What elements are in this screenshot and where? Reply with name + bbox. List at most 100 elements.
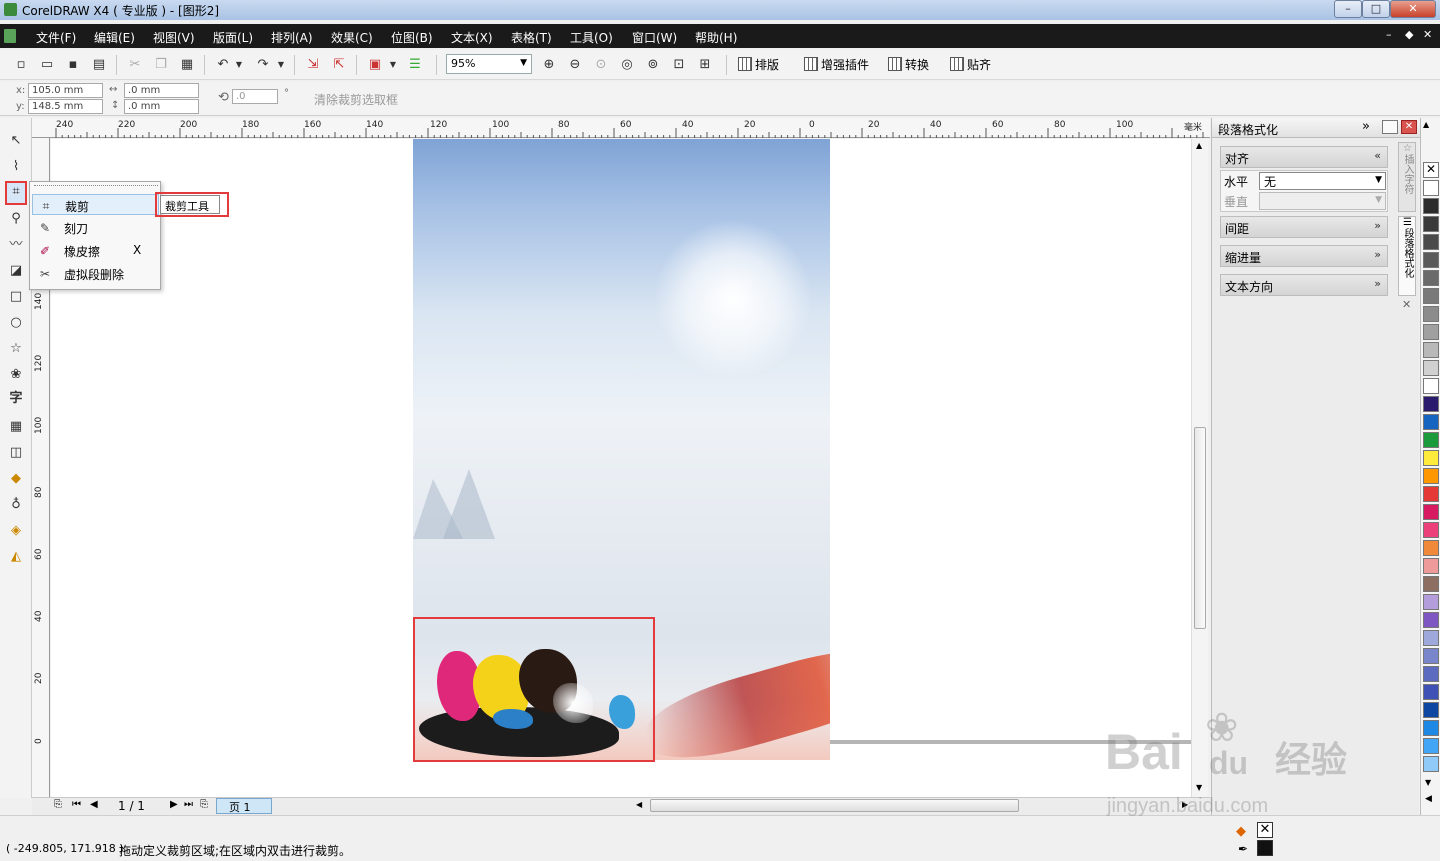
interactive-fill-tool-icon[interactable]: ◭: [7, 548, 25, 566]
palette-swatch[interactable]: [1423, 468, 1439, 484]
palette-swatch[interactable]: [1423, 306, 1439, 322]
new-icon[interactable]: ▫: [12, 56, 30, 74]
plugin-convert-button[interactable]: 转换: [888, 56, 929, 73]
palette-swatch[interactable]: [1423, 558, 1439, 574]
polygon-tool-icon[interactable]: ☆: [7, 340, 25, 358]
plugin-snap-button[interactable]: 贴齐: [950, 56, 991, 73]
fill-indicator-icon[interactable]: ◆: [1236, 824, 1246, 839]
smart-fill-tool-icon[interactable]: ◪: [7, 262, 25, 280]
flyout-item-eraser[interactable]: ✐ 橡皮擦 X: [32, 240, 159, 261]
flyout-item-knife[interactable]: ✎ 刻刀: [32, 217, 159, 238]
y-position-field[interactable]: 148.5 mm: [28, 99, 103, 114]
horizontal-scroll-thumb[interactable]: [650, 799, 1019, 812]
outline-pen-icon[interactable]: ✒: [1238, 842, 1248, 856]
next-page-icon[interactable]: ▶: [170, 799, 178, 810]
tab-paragraph-formatting[interactable]: ☰段落格式化: [1398, 216, 1416, 296]
menu-text[interactable]: 文本(X): [451, 29, 493, 46]
vertical-scrollbar[interactable]: ▲ ▼: [1191, 139, 1208, 797]
scroll-left-icon[interactable]: ◀: [636, 800, 642, 809]
palette-swatch[interactable]: [1423, 684, 1439, 700]
menu-tools[interactable]: 工具(O): [570, 29, 613, 46]
import-icon[interactable]: ⇲: [304, 56, 322, 74]
previous-page-icon[interactable]: ◀: [90, 799, 98, 810]
palette-swatch[interactable]: [1423, 180, 1439, 196]
palette-swatch[interactable]: [1423, 432, 1439, 448]
ellipse-tool-icon[interactable]: ○: [7, 314, 25, 332]
rotation-angle-field[interactable]: .0: [232, 89, 278, 104]
tab-insert-character[interactable]: ☆插入字符: [1398, 142, 1416, 212]
redo-dropdown-icon[interactable]: ▼: [276, 56, 286, 74]
last-page-icon[interactable]: ⏭: [184, 799, 193, 810]
palette-swatch[interactable]: [1423, 630, 1439, 646]
palette-swatch[interactable]: [1423, 324, 1439, 340]
palette-swatch[interactable]: [1423, 270, 1439, 286]
doc-close-button[interactable]: ✕: [1423, 28, 1432, 41]
outline-tool-icon[interactable]: ♁: [7, 496, 25, 514]
flyout-grip[interactable]: [34, 185, 158, 188]
palette-expand-icon[interactable]: ◀: [1425, 794, 1432, 804]
application-launcher-icon[interactable]: ▣: [366, 56, 384, 74]
zoom-page-width-icon[interactable]: ⊡: [670, 56, 688, 74]
doc-minimize-button[interactable]: –: [1386, 28, 1392, 41]
palette-swatch[interactable]: [1423, 234, 1439, 250]
menu-table[interactable]: 表格(T): [511, 29, 552, 46]
eyedropper-tool-icon[interactable]: ◆: [7, 470, 25, 488]
print-icon[interactable]: ▤: [90, 56, 108, 74]
x-position-field[interactable]: 105.0 mm: [28, 83, 103, 98]
interactive-blend-tool-icon[interactable]: ◫: [7, 444, 25, 462]
palette-scroll-up-icon[interactable]: ▲: [1423, 120, 1429, 129]
palette-swatch[interactable]: [1423, 396, 1439, 412]
paste-icon[interactable]: ▦: [178, 56, 196, 74]
palette-swatch[interactable]: [1423, 540, 1439, 556]
plugin-typeset-button[interactable]: 排版: [738, 56, 779, 73]
welcome-screen-icon[interactable]: ☰: [406, 56, 424, 74]
section-text-direction[interactable]: 文本方向»: [1220, 274, 1388, 296]
menu-bitmaps[interactable]: 位图(B): [391, 29, 433, 46]
palette-swatch[interactable]: [1423, 216, 1439, 232]
open-icon[interactable]: ▭: [38, 56, 56, 74]
pick-tool-icon[interactable]: ↖: [7, 132, 25, 150]
palette-swatch[interactable]: [1423, 288, 1439, 304]
page-tab[interactable]: 页 1: [216, 798, 272, 814]
scroll-right-icon[interactable]: ▶: [1182, 800, 1188, 809]
palette-swatch[interactable]: [1423, 360, 1439, 376]
vertical-scroll-thumb[interactable]: [1194, 427, 1206, 629]
doc-restore-button[interactable]: ◆: [1405, 28, 1413, 41]
palette-swatch[interactable]: [1423, 342, 1439, 358]
close-button[interactable]: ✕: [1390, 0, 1436, 18]
palette-swatch[interactable]: [1423, 414, 1439, 430]
palette-swatch[interactable]: [1423, 594, 1439, 610]
first-page-icon[interactable]: ⏮: [72, 799, 81, 810]
section-alignment[interactable]: 对齐 «: [1220, 146, 1388, 168]
palette-swatch[interactable]: [1423, 450, 1439, 466]
zoom-tool-icon[interactable]: ⚲: [7, 210, 25, 228]
menu-view[interactable]: 视图(V): [153, 29, 195, 46]
plugin-enhance-button[interactable]: 增强插件: [804, 56, 869, 73]
vertical-align-select[interactable]: ▼: [1259, 192, 1386, 210]
palette-swatch[interactable]: [1423, 504, 1439, 520]
copy-icon[interactable]: ❐: [152, 56, 170, 74]
maximize-button[interactable]: □: [1362, 0, 1390, 18]
menu-edit[interactable]: 编辑(E): [94, 29, 135, 46]
palette-swatch[interactable]: [1423, 702, 1439, 718]
flyout-item-virtual-segment-delete[interactable]: ✂ 虚拟段删除: [32, 263, 159, 284]
zoom-selected-icon[interactable]: ⊙: [592, 56, 610, 74]
palette-swatch[interactable]: [1423, 252, 1439, 268]
palette-swatch[interactable]: [1423, 666, 1439, 682]
outline-color-swatch[interactable]: [1257, 840, 1273, 856]
no-fill-swatch[interactable]: ✕: [1423, 162, 1439, 178]
palette-swatch[interactable]: [1423, 198, 1439, 214]
zoom-level-select[interactable]: 95% ▼: [446, 54, 532, 74]
palette-swatch[interactable]: [1423, 756, 1439, 772]
zoom-page-icon[interactable]: ⊚: [644, 56, 662, 74]
launcher-dropdown-icon[interactable]: ▼: [388, 56, 398, 74]
palette-swatch[interactable]: [1423, 378, 1439, 394]
menu-help[interactable]: 帮助(H): [695, 29, 737, 46]
save-icon[interactable]: ▪: [64, 56, 82, 74]
menu-effects[interactable]: 效果(C): [331, 29, 373, 46]
palette-swatch[interactable]: [1423, 720, 1439, 736]
tab-close-icon[interactable]: ✕: [1402, 298, 1411, 311]
menu-file[interactable]: 文件(F): [36, 29, 76, 46]
docker-close-icon[interactable]: ✕: [1401, 120, 1417, 134]
docker-expand-icon[interactable]: »: [1362, 119, 1370, 134]
